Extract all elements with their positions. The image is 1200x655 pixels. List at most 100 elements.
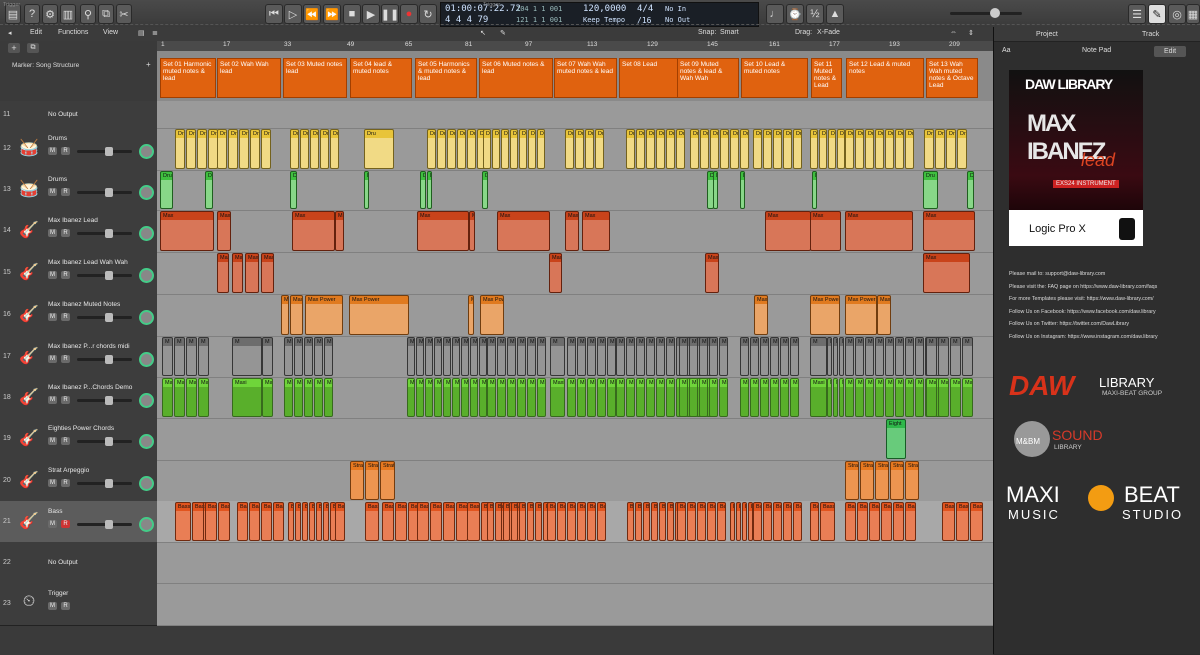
master-volume-slider[interactable] xyxy=(950,8,1022,18)
region[interactable]: Maxi xyxy=(646,378,655,417)
marker-region[interactable]: Set 02 Wah Wah lead xyxy=(217,58,281,98)
track-header[interactable]: 12 🥁 Drums M R xyxy=(0,128,157,171)
region[interactable]: Dru xyxy=(710,129,719,169)
mute-button[interactable]: M xyxy=(48,437,57,445)
region[interactable]: Bass xyxy=(249,502,260,541)
mute-button[interactable]: M xyxy=(48,271,57,279)
track-header[interactable]: 13 🥁 Drums M R xyxy=(0,170,157,211)
region[interactable]: Maxi xyxy=(174,378,185,417)
region[interactable]: Maxi xyxy=(262,378,273,417)
cycle-icon[interactable]: ↻ xyxy=(419,4,437,24)
region[interactable]: Bass xyxy=(651,502,658,541)
region[interactable]: Maxi xyxy=(434,378,442,417)
scissors-icon[interactable]: ✂ xyxy=(116,4,132,24)
region[interactable]: Bass xyxy=(302,502,308,541)
region[interactable]: Strat xyxy=(845,461,859,500)
pan-knob[interactable] xyxy=(139,310,154,325)
region[interactable]: M xyxy=(636,337,645,376)
fader-thumb[interactable] xyxy=(105,147,113,156)
region[interactable]: Strat xyxy=(365,461,379,500)
mute-button[interactable]: M xyxy=(48,395,57,404)
region[interactable]: Dru xyxy=(437,129,446,169)
region[interactable]: Bass xyxy=(547,502,556,541)
region[interactable]: Dru xyxy=(763,129,772,169)
region[interactable]: Dru xyxy=(924,129,934,169)
region[interactable]: Bass xyxy=(309,502,315,541)
region[interactable]: Dru xyxy=(700,129,709,169)
region[interactable]: Dru xyxy=(457,129,466,169)
region[interactable]: Maxi xyxy=(875,378,884,417)
region[interactable]: M xyxy=(527,337,536,376)
region[interactable]: Maxi xyxy=(845,378,854,417)
region[interactable]: Bass xyxy=(905,502,916,541)
record-button[interactable]: R xyxy=(61,519,70,528)
pan-knob[interactable] xyxy=(139,434,154,449)
region[interactable]: Bass xyxy=(261,502,272,541)
region[interactable]: Dru xyxy=(585,129,594,169)
region[interactable]: M xyxy=(905,337,914,376)
back-icon[interactable]: ◂ xyxy=(8,29,12,37)
mute-button[interactable]: M xyxy=(48,229,57,237)
region[interactable]: Dru xyxy=(812,171,817,209)
region[interactable]: M xyxy=(577,337,586,376)
region[interactable]: Max xyxy=(469,211,475,251)
region[interactable]: M xyxy=(855,337,864,376)
volume-fader[interactable] xyxy=(77,478,132,488)
region[interactable]: Maxi xyxy=(470,378,478,417)
region[interactable]: Dru xyxy=(510,129,518,169)
region[interactable]: Bass xyxy=(736,502,741,541)
region[interactable]: Bass xyxy=(295,502,301,541)
record-button[interactable]: R xyxy=(61,395,70,404)
region[interactable]: Bass xyxy=(365,502,379,541)
region[interactable]: Bass xyxy=(519,502,526,541)
metronome-icon[interactable]: ▲ xyxy=(826,4,844,24)
mute-button[interactable]: M xyxy=(48,147,57,155)
region[interactable]: M xyxy=(162,337,173,376)
region[interactable]: Maxi xyxy=(304,378,313,417)
volume-fader[interactable] xyxy=(77,519,132,529)
region[interactable]: Dru xyxy=(447,129,456,169)
marker-region[interactable]: Set 06 Muted notes & lead xyxy=(479,58,553,98)
region[interactable]: Bass xyxy=(175,502,191,541)
region[interactable]: M xyxy=(679,337,688,376)
region[interactable]: Dru xyxy=(330,129,339,169)
region[interactable]: Max Power xyxy=(480,295,504,335)
region[interactable]: Dru xyxy=(753,129,762,169)
region[interactable]: M xyxy=(497,337,506,376)
region[interactable]: Dru xyxy=(690,129,699,169)
region[interactable]: Dru xyxy=(783,129,792,169)
region[interactable]: Maxi xyxy=(517,378,526,417)
region[interactable]: Maxi xyxy=(810,378,827,417)
region[interactable]: Dru xyxy=(946,129,956,169)
region[interactable]: Maxi xyxy=(407,378,415,417)
region[interactable]: Dru xyxy=(492,129,500,169)
region[interactable]: M xyxy=(719,337,728,376)
region[interactable]: Max Power xyxy=(877,295,891,335)
region[interactable]: Max Power xyxy=(305,295,343,335)
record-button[interactable]: R xyxy=(61,271,70,279)
region[interactable]: Bass xyxy=(857,502,868,541)
region[interactable]: Dru xyxy=(875,129,884,169)
region[interactable]: Eight xyxy=(886,419,906,459)
region[interactable]: Strat xyxy=(350,461,364,500)
volume-fader[interactable] xyxy=(77,313,132,322)
region[interactable]: Bass xyxy=(288,502,294,541)
region[interactable]: Maxi xyxy=(567,378,576,417)
fader-thumb[interactable] xyxy=(105,478,113,488)
marker-region[interactable]: Set 12 Lead & muted notes xyxy=(846,58,924,98)
region[interactable]: Dru xyxy=(320,129,329,169)
region[interactable]: Dru xyxy=(730,129,739,169)
region[interactable]: Dru xyxy=(565,129,574,169)
marker-region[interactable]: Set 08 Lead xyxy=(619,58,679,98)
functions-menu[interactable]: Functions xyxy=(58,29,88,36)
region[interactable]: Maxi xyxy=(443,378,451,417)
tuner-icon[interactable]: ♩ xyxy=(766,4,784,24)
record-button[interactable]: R xyxy=(61,313,70,321)
mute-button[interactable]: M xyxy=(48,478,57,487)
region[interactable]: Strat xyxy=(875,461,889,500)
region[interactable]: Max xyxy=(160,211,214,251)
region[interactable]: Bass xyxy=(717,502,726,541)
region[interactable]: Bass xyxy=(869,502,880,541)
track-lane[interactable] xyxy=(157,418,993,461)
region[interactable]: Dru xyxy=(519,129,527,169)
